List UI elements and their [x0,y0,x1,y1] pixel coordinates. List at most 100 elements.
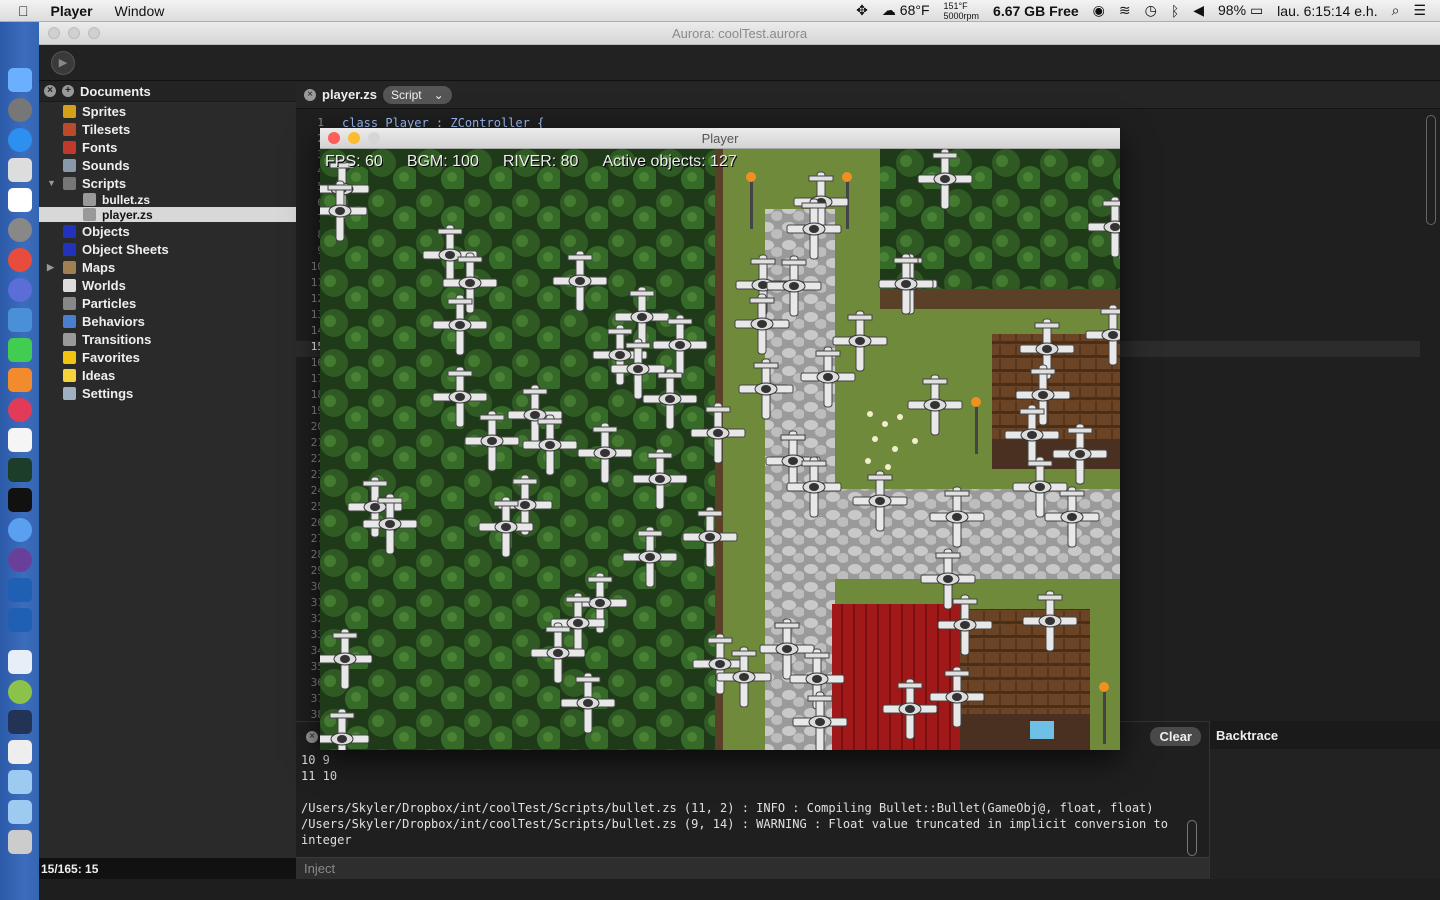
zoom-window-button[interactable] [88,27,100,39]
sidebar-item-ideas[interactable]: Ideas [39,366,296,384]
android-icon[interactable] [8,680,32,704]
disk-free-status[interactable]: 6.67 GB Free [993,3,1079,19]
app-store-icon[interactable] [8,128,32,152]
sidebar-item-player-zs[interactable]: player.zs [39,207,296,222]
collapsed-chevron-icon[interactable]: ▶ [47,262,57,273]
downloads-folder-icon[interactable] [8,770,32,794]
editor-scrollbar[interactable] [1426,115,1436,225]
tab-player-zs[interactable]: player.zs [322,87,377,102]
cpu-stats[interactable]: 151°F 5000rpm [944,1,980,21]
game-scene [320,149,1120,750]
document-icon[interactable] [8,650,32,674]
close-tab-icon[interactable]: × [304,88,316,101]
activity-monitor-icon[interactable] [8,458,32,482]
add-icon[interactable]: + [62,85,74,97]
sidebar-item-tilesets[interactable]: Tilesets [39,120,296,138]
sidebar-item-label: Worlds [82,277,126,293]
sidebar-item-fonts[interactable]: Fonts [39,138,296,156]
time-machine-icon[interactable]: ◷ [1145,2,1157,19]
virtualbox-icon[interactable] [8,578,32,602]
volume-icon[interactable]: ◀ [1193,2,1204,19]
qt-creator-icon[interactable] [8,338,32,362]
browser-icon[interactable] [8,278,32,302]
battery-status[interactable]: 98% ▭ [1218,2,1263,19]
preview-icon[interactable] [8,158,32,182]
bluetooth-icon[interactable]: ᛒ [1171,3,1179,19]
sidebar-item-favorites[interactable]: Favorites [39,348,296,366]
sidebar-item-particles[interactable]: Particles [39,294,296,312]
player-title: Player [701,130,739,146]
mode-select[interactable]: Script ⌄ [382,85,452,104]
console-log: 10 9 11 10 /Users/Skyler/Dropbox/int/coo… [301,753,1168,847]
lightbulb-icon [63,368,76,382]
player-minimize-button[interactable] [348,132,360,144]
close-window-button[interactable] [48,27,60,39]
sidebar-item-scripts[interactable]: ▼ Scripts [39,174,296,192]
sidebar-item-object-sheets[interactable]: Object Sheets [39,240,296,258]
sounds-icon [63,158,76,172]
close-icon[interactable]: × [44,85,56,97]
console-scrollbar[interactable] [1187,820,1197,856]
sidebar-item-worlds[interactable]: Worlds [39,276,296,294]
apple-menu-icon[interactable]:  [18,3,29,19]
sidebar-item-label: Ideas [82,367,116,383]
xcode-icon[interactable] [8,308,32,332]
tilesets-icon [63,122,76,136]
backtrace-panel: Backtrace [1209,721,1440,879]
player-zoom-button[interactable] [368,132,380,144]
expanded-chevron-icon[interactable]: ▼ [47,178,57,188]
spotlight-search-icon[interactable]: ⌕ [1392,2,1400,19]
system-preferences-icon[interactable] [8,218,32,242]
calendar-icon[interactable] [8,188,32,212]
particles-icon [63,296,76,310]
minimize-window-button[interactable] [68,27,80,39]
gear-icon [63,386,76,400]
messages-icon[interactable] [8,518,32,542]
finder-icon[interactable] [8,68,32,92]
file-icon [83,193,96,206]
file-icon [83,208,96,221]
sidebar: × + Documents Sprites Tilesets Fonts Sounds… [39,81,296,879]
github-icon[interactable] [8,548,32,572]
sidebar-item-sprites[interactable]: Sprites [39,102,296,120]
sublime-text-icon[interactable] [8,368,32,392]
archive-icon[interactable] [8,740,32,764]
wifi-icon[interactable]: ≋ [1119,2,1131,19]
applications-folder-icon[interactable] [8,800,32,824]
window-menu[interactable]: Window [115,3,165,19]
sidebar-item-label: Maps [82,259,116,275]
sidebar-item-sounds[interactable]: Sounds [39,156,296,174]
itunes-icon[interactable] [8,398,32,422]
textedit-icon[interactable] [8,428,32,452]
dropbox-icon[interactable]: ✥ [856,2,868,19]
clear-button[interactable]: Clear [1150,726,1201,746]
clock[interactable]: lau. 6:15:14 e.h. [1277,3,1377,19]
display-icon[interactable]: ◉ [1093,2,1105,19]
app-menu[interactable]: Player [51,3,93,19]
inject-input[interactable]: Inject [296,857,1209,879]
sidebar-item-behaviors[interactable]: Behaviors [39,312,296,330]
editor-tabbar: × player.zs Script ⌄ [296,81,1440,109]
sidebar-item-transitions[interactable]: Transitions [39,330,296,348]
sidebar-item-objects[interactable]: Objects [39,222,296,240]
trash-icon[interactable] [8,830,32,854]
sidebar-item-label: Sprites [82,103,127,119]
launchpad-icon[interactable] [8,98,32,122]
behaviors-icon [63,314,76,328]
virtualbox-vm-icon[interactable] [8,608,32,632]
sidebar-item-maps[interactable]: ▶ Maps [39,258,296,276]
close-console-icon[interactable]: × [306,731,318,743]
sidebar-item-bullet-zs[interactable]: bullet.zs [39,192,296,207]
sidebar-item-settings[interactable]: Settings [39,384,296,402]
dock [0,22,39,900]
chrome-icon[interactable] [8,248,32,272]
weather-status[interactable]: ☁ 68°F [882,2,930,19]
play-button[interactable]: ▶ [51,50,75,75]
notification-center-icon[interactable]: ☰ [1413,2,1426,19]
screenshot-icon[interactable] [8,710,32,734]
game-viewport[interactable]: FPS: 60 BGM: 100 RIVER: 80 Active object… [320,149,1120,750]
worlds-icon [63,278,76,292]
terminal-icon[interactable] [8,488,32,512]
sidebar-item-label: Fonts [82,139,118,155]
player-close-button[interactable] [328,132,340,144]
